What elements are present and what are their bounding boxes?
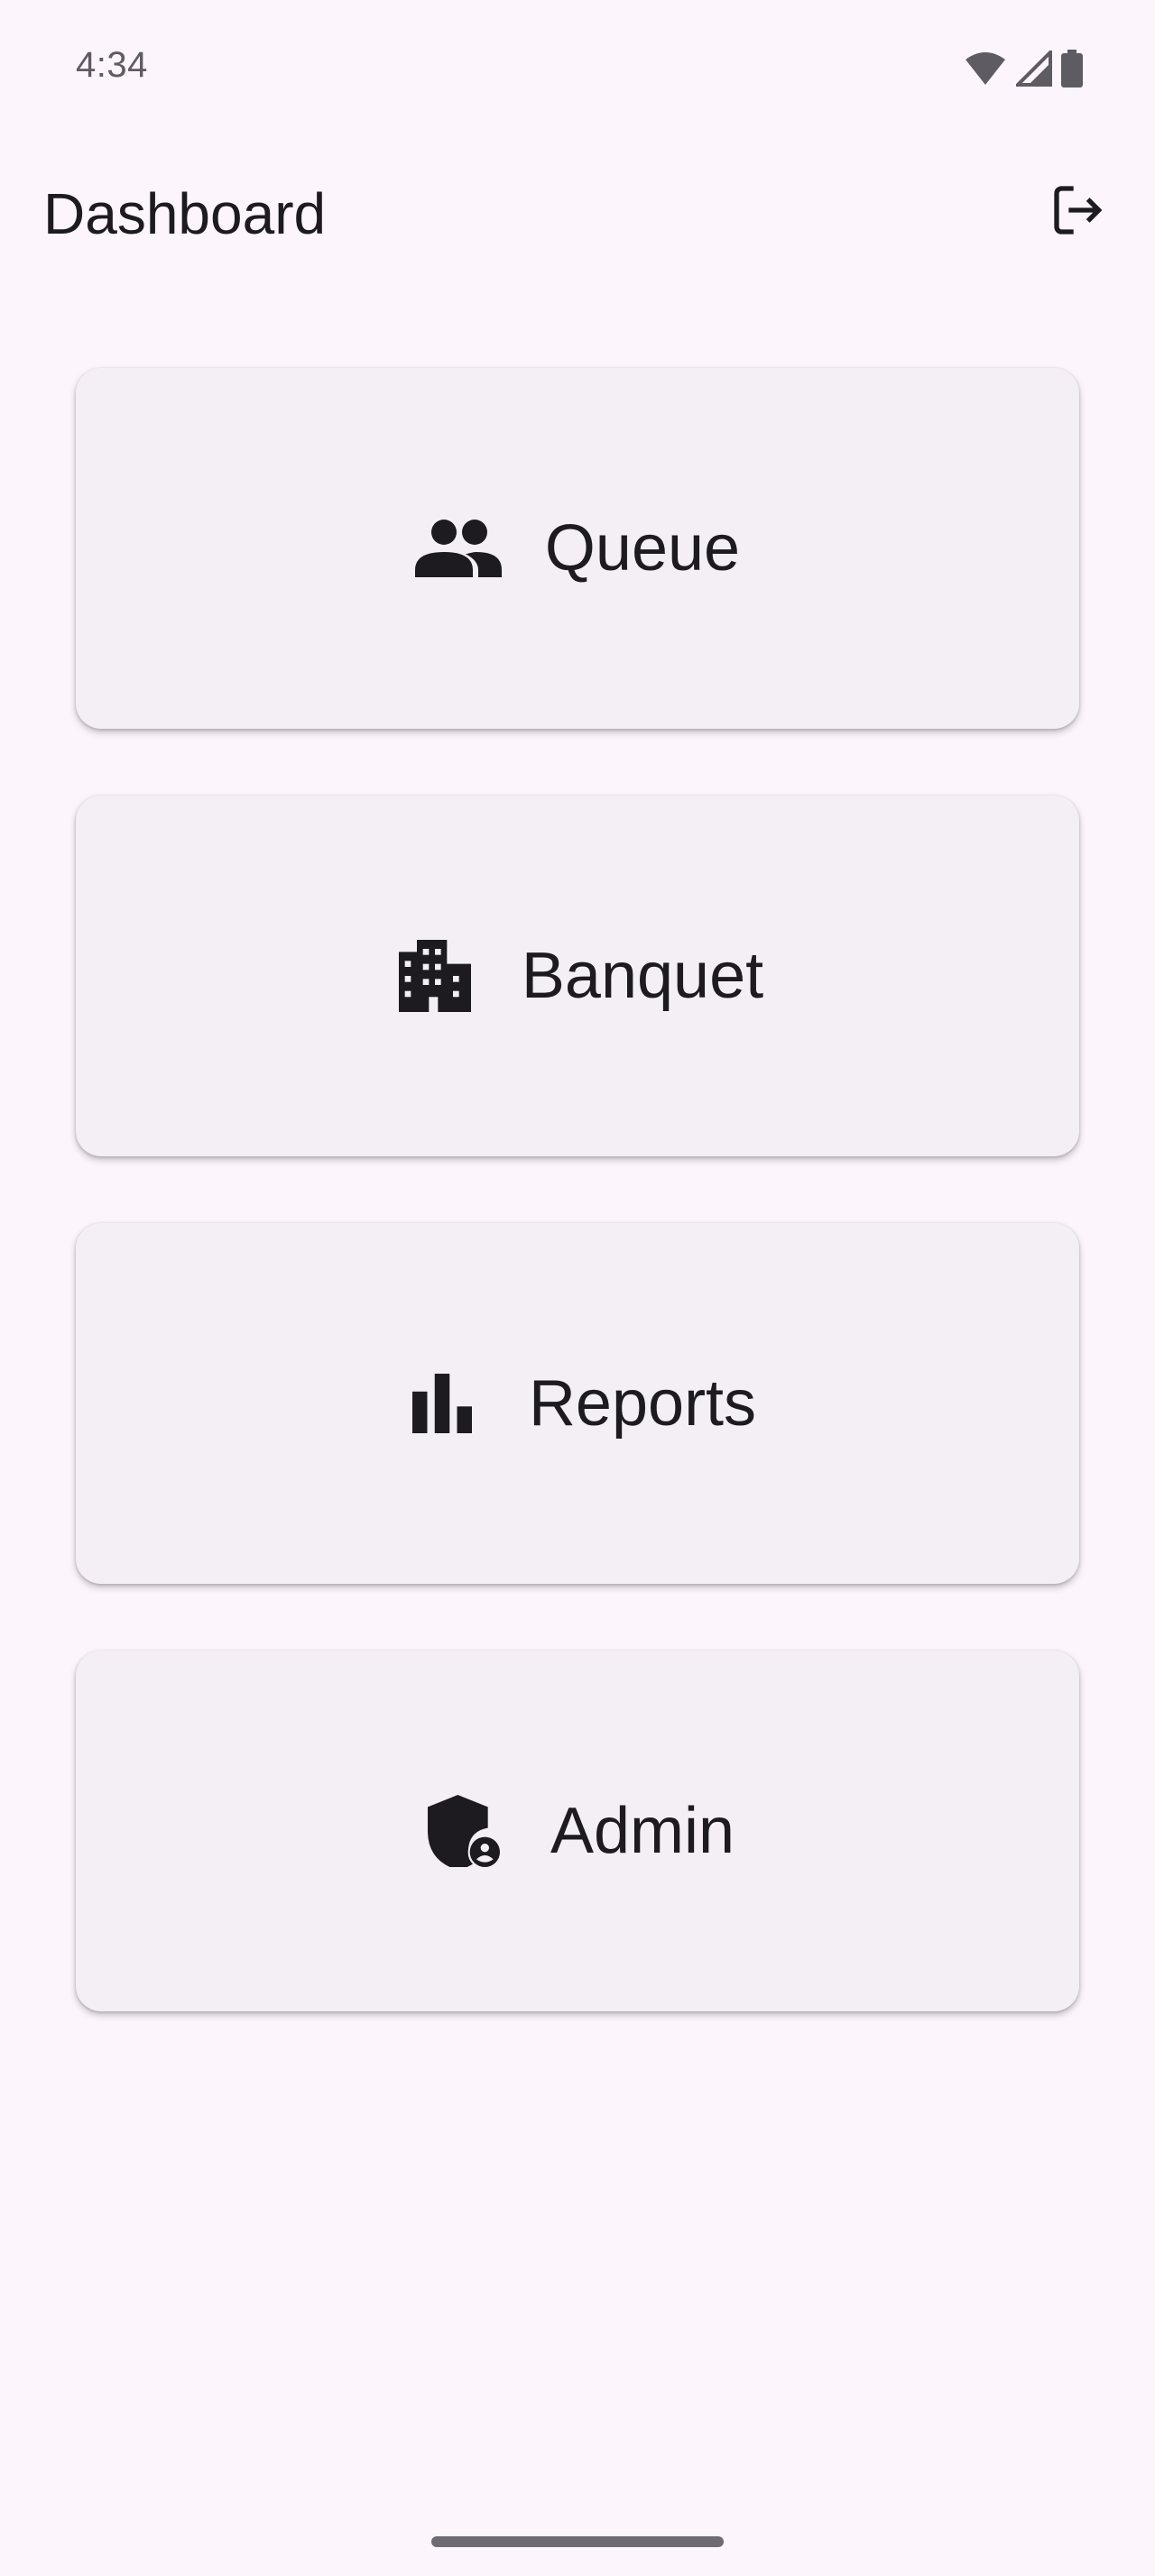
page-title: Dashboard [43, 181, 327, 246]
banquet-card[interactable]: Banquet [76, 796, 1079, 1156]
top-app-bar: Dashboard [0, 153, 1155, 280]
admin-label: Admin [550, 1795, 735, 1867]
queue-label: Queue [544, 512, 741, 584]
admin-card[interactable]: Admin [76, 1651, 1079, 2011]
status-icons [964, 47, 1083, 90]
queue-card[interactable]: Queue [76, 368, 1079, 729]
admin-shield-icon [420, 1788, 507, 1874]
status-bar: 4:34 [0, 0, 1155, 135]
dashboard-cards: Queue Banquet Reports Admin [76, 368, 1079, 2078]
reports-card[interactable]: Reports [76, 1223, 1079, 1584]
people-icon [414, 505, 502, 592]
wifi-icon [964, 51, 1007, 87]
home-indicator[interactable] [431, 2536, 724, 2547]
status-time: 4:34 [76, 45, 148, 85]
cellular-signal-icon [1016, 51, 1052, 87]
bar-chart-icon [399, 1360, 485, 1447]
banquet-label: Banquet [521, 940, 764, 1012]
logout-icon [1049, 181, 1107, 244]
logout-button[interactable] [1038, 171, 1119, 253]
battery-icon [1061, 50, 1083, 87]
reports-label: Reports [528, 1367, 757, 1440]
building-icon [392, 933, 478, 1019]
